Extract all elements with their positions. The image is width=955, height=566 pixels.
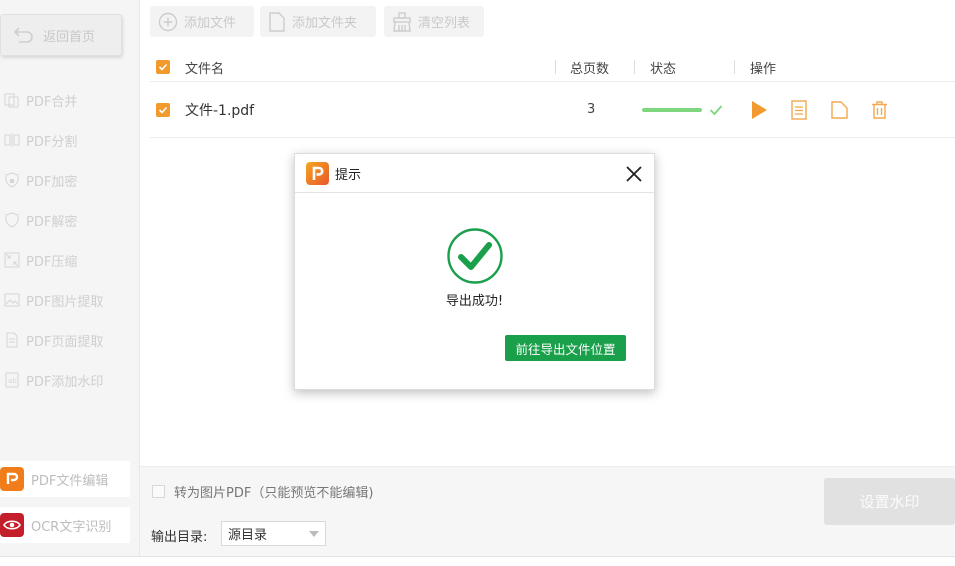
column-divider (734, 60, 735, 74)
plus-circle-icon (158, 12, 178, 31)
play-button[interactable] (750, 82, 768, 137)
add-file-button[interactable]: 添加文件 (150, 6, 254, 37)
header-actions[interactable]: 操作 (750, 53, 776, 81)
trash-icon (872, 100, 887, 119)
sidebar-item-image-extract[interactable]: PDF图片提取 (0, 285, 140, 315)
output-dir-select[interactable]: 源目录 (221, 521, 326, 546)
clear-list-button[interactable]: 清空列表 (384, 6, 484, 37)
success-check-icon (447, 228, 503, 284)
image-pdf-checkbox[interactable] (152, 485, 165, 498)
output-dir-label: 输出目录: (151, 530, 208, 545)
merge-icon (2, 90, 22, 110)
sidebar-item-label: PDF添加水印 (26, 374, 104, 390)
progress-fill (642, 107, 702, 112)
row-checkbox[interactable] (156, 82, 170, 137)
sidebar: 返回首页 PDF合并 PDF分割 PDF加密 PDF解密 PDF压缩 PDF图片… (0, 0, 140, 556)
sidebar-item-watermark[interactable]: ab PDF添加水印 (0, 365, 140, 395)
app-logo-icon (306, 161, 329, 185)
ocr-eye-icon (0, 513, 24, 537)
image-icon (2, 290, 22, 310)
split-icon (2, 130, 22, 150)
dialog-title: 提示 (335, 167, 362, 183)
table-row: 文件-1.pdf 3 (150, 82, 955, 138)
ocr-button[interactable]: OCR文字识别 (0, 507, 130, 543)
output-dir-value: 源目录 (228, 528, 268, 543)
open-folder-button[interactable] (831, 82, 848, 137)
open-export-location-button[interactable]: 前往导出文件位置 (505, 335, 626, 361)
bottom-bar: 转为图片PDF（只能预览不能编辑) 输出目录: 源目录 设置水印 (140, 466, 955, 556)
compress-icon (2, 250, 22, 270)
sidebar-item-encrypt[interactable]: PDF加密 (0, 165, 140, 195)
close-button[interactable] (625, 165, 643, 183)
svg-text:ab: ab (8, 377, 17, 385)
export-success-dialog: 提示 导出成功! 前往导出文件位置 (294, 153, 655, 390)
column-divider (634, 60, 635, 74)
back-home-button[interactable]: 返回首页 (0, 14, 122, 56)
sidebar-item-compress[interactable]: PDF压缩 (0, 245, 140, 275)
status-progress (642, 82, 723, 137)
sidebar-item-label: PDF加密 (26, 174, 78, 190)
sidebar-item-label: PDF压缩 (26, 254, 78, 270)
table-header: 文件名 总页数 状态 操作 (150, 53, 955, 82)
add-file-label: 添加文件 (184, 16, 237, 31)
sidebar-item-label: PDF页面提取 (26, 334, 104, 350)
file-icon (831, 100, 848, 119)
pdf-editor-logo-icon (0, 467, 24, 491)
delete-button[interactable] (871, 82, 888, 137)
sidebar-item-label: PDF图片提取 (26, 294, 104, 310)
ocr-label: OCR文字识别 (31, 519, 112, 535)
pdf-editor-button[interactable]: PDF文件编辑 (0, 461, 130, 497)
sidebar-item-split[interactable]: PDF分割 (0, 125, 140, 155)
lock-shield-icon (2, 170, 22, 190)
select-all-checkbox[interactable] (156, 53, 170, 81)
check-icon (709, 104, 723, 115)
sidebar-item-page-extract[interactable]: PDF页面提取 (0, 325, 140, 355)
chevron-down-icon (309, 531, 319, 537)
sidebar-item-label: PDF合并 (26, 94, 78, 110)
watermark-icon: ab (2, 370, 22, 390)
sidebar-item-label: PDF解密 (26, 214, 78, 230)
checkmark-icon (156, 60, 170, 74)
header-name[interactable]: 文件名 (185, 53, 224, 81)
header-status[interactable]: 状态 (650, 53, 676, 81)
dialog-header: 提示 (295, 154, 654, 193)
image-pdf-label: 转为图片PDF（只能预览不能编辑) (174, 486, 374, 501)
column-divider (555, 60, 556, 74)
set-watermark-button[interactable]: 设置水印 (824, 478, 955, 525)
success-message: 导出成功! (445, 294, 504, 309)
sidebar-item-label: PDF分割 (26, 134, 78, 150)
sidebar-item-merge[interactable]: PDF合并 (0, 85, 140, 115)
view-button[interactable] (791, 82, 807, 137)
clear-list-label: 清空列表 (418, 16, 471, 31)
checkmark-icon (156, 102, 170, 117)
return-arrow-icon (13, 27, 33, 43)
file-icon (269, 11, 285, 32)
window-bottom-edge (0, 556, 955, 566)
back-home-label: 返回首页 (43, 29, 96, 45)
close-icon (626, 166, 642, 182)
file-name: 文件-1.pdf (185, 102, 255, 119)
unlock-shield-icon (2, 210, 22, 230)
document-icon (791, 99, 807, 120)
add-folder-label: 添加文件夹 (292, 16, 358, 31)
page-icon (2, 330, 22, 350)
page-count: 3 (587, 102, 596, 117)
broom-icon (393, 11, 411, 32)
pdf-editor-label: PDF文件编辑 (31, 473, 109, 489)
sidebar-item-decrypt[interactable]: PDF解密 (0, 205, 140, 235)
header-pages[interactable]: 总页数 (570, 53, 609, 81)
add-folder-button[interactable]: 添加文件夹 (260, 6, 376, 37)
play-icon (752, 100, 767, 119)
